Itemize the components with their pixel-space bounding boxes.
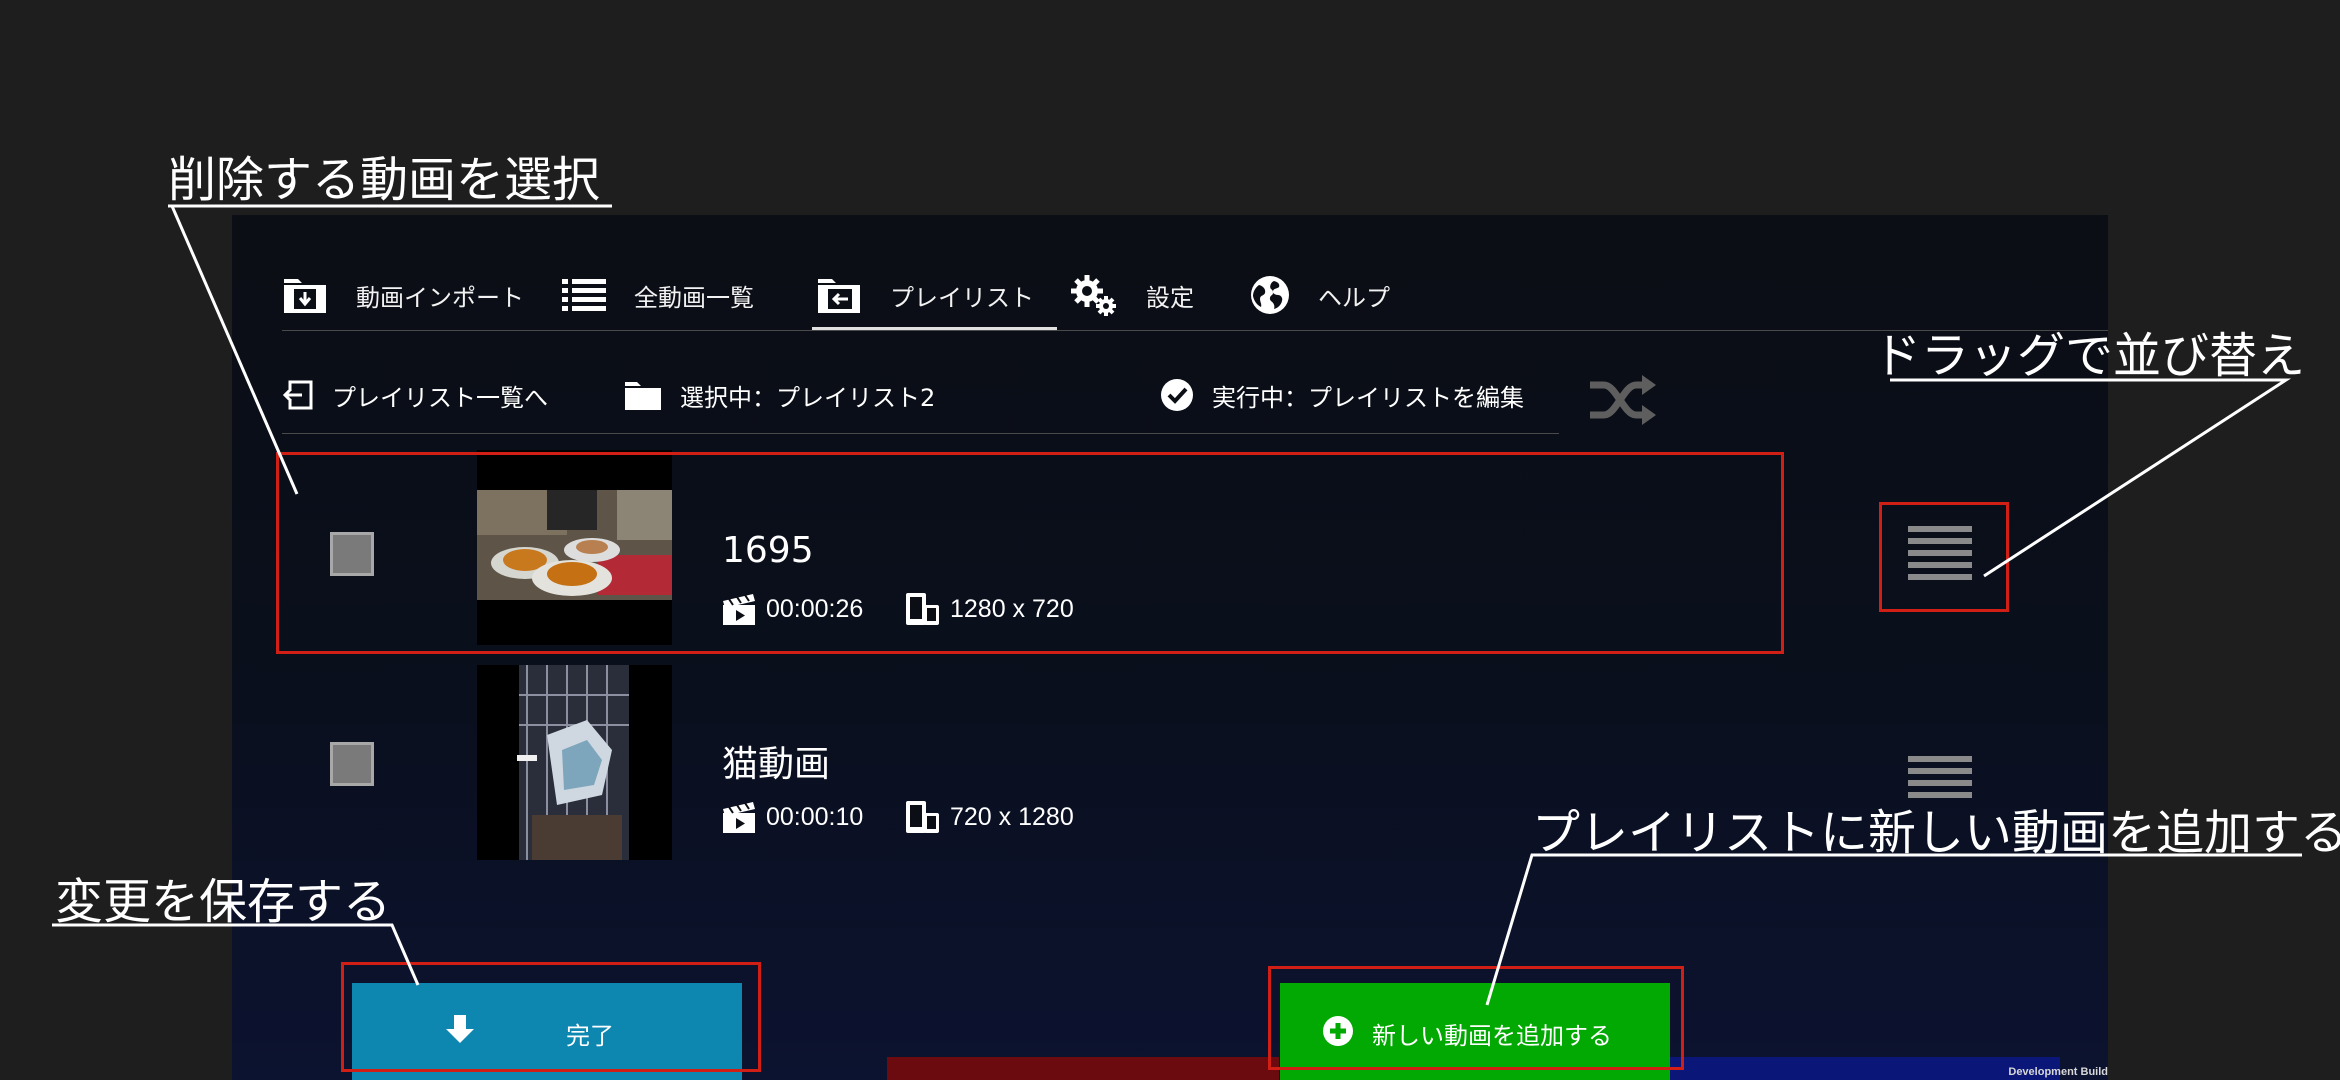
annotation-drag-reorder: ドラッグで並び替え [1873,328,2306,384]
video-resolution: 720 x 1280 [904,797,1074,837]
tab-label: 設定 [1146,283,1194,312]
select-checkbox[interactable] [330,742,374,786]
info-bar-divider [282,433,1559,434]
duration-label: 00:00:10 [766,802,864,831]
tab-settings[interactable]: 設定 [1070,270,1194,320]
highlight-done-button-box [341,962,761,1072]
video-duration: 00:00:10 [722,797,863,837]
folder-icon [625,382,661,410]
highlight-add-button-box [1268,966,1684,1070]
tab-label: 全動画一覧 [634,283,754,312]
resolution-label: 720 x 1280 [950,802,1074,831]
current-mode-indicator: 実行中：プレイリストを編集 [1160,375,1524,415]
tab-bar-divider [282,330,2108,331]
tab-help[interactable]: ヘルプ [1250,270,1390,320]
tab-playlist[interactable]: プレイリスト [816,270,1034,320]
mode-label: 実行中：プレイリストを編集 [1212,383,1524,412]
video-thumbnail [477,665,672,860]
tab-video-import[interactable]: 動画インポート [282,270,524,320]
globe-icon [1251,276,1289,314]
tab-label: 動画インポート [356,283,524,312]
tab-all-videos[interactable]: 全動画一覧 [562,270,754,320]
annotation-save-changes: 変更を保存する [55,874,392,930]
video-title: 猫動画 [722,744,831,785]
check-circle-icon [1161,379,1193,411]
annotation-add-video: プレイリストに新しい動画を追加する [1532,805,2340,861]
selected-playlist-indicator: 選択中：プレイリスト2 [624,375,935,415]
shuffle-icon[interactable] [1588,375,1658,425]
folder-import-icon [284,279,326,313]
devices-icon [906,801,939,833]
highlight-row-box [276,452,1784,654]
folder-back-icon [818,279,860,313]
bottom-strip-blue [1670,1057,2060,1080]
development-build-label: Development Build [2008,1066,2108,1078]
clapperboard-icon [723,802,755,833]
selected-playlist-label: 選択中：プレイリスト2 [680,383,936,412]
annotation-select-delete: 削除する動画を選択 [168,152,601,208]
bottom-strip-red [887,1057,1279,1080]
back-to-playlists-link[interactable]: プレイリスト一覧へ [282,375,548,415]
tab-label: ヘルプ [1318,283,1390,312]
gears-icon [1071,275,1116,316]
tab-label: プレイリスト [890,283,1034,312]
list-icon [562,279,606,311]
back-label: プレイリスト一覧へ [332,383,548,412]
exit-icon [282,380,313,410]
highlight-drag-handle-box [1879,502,2009,612]
